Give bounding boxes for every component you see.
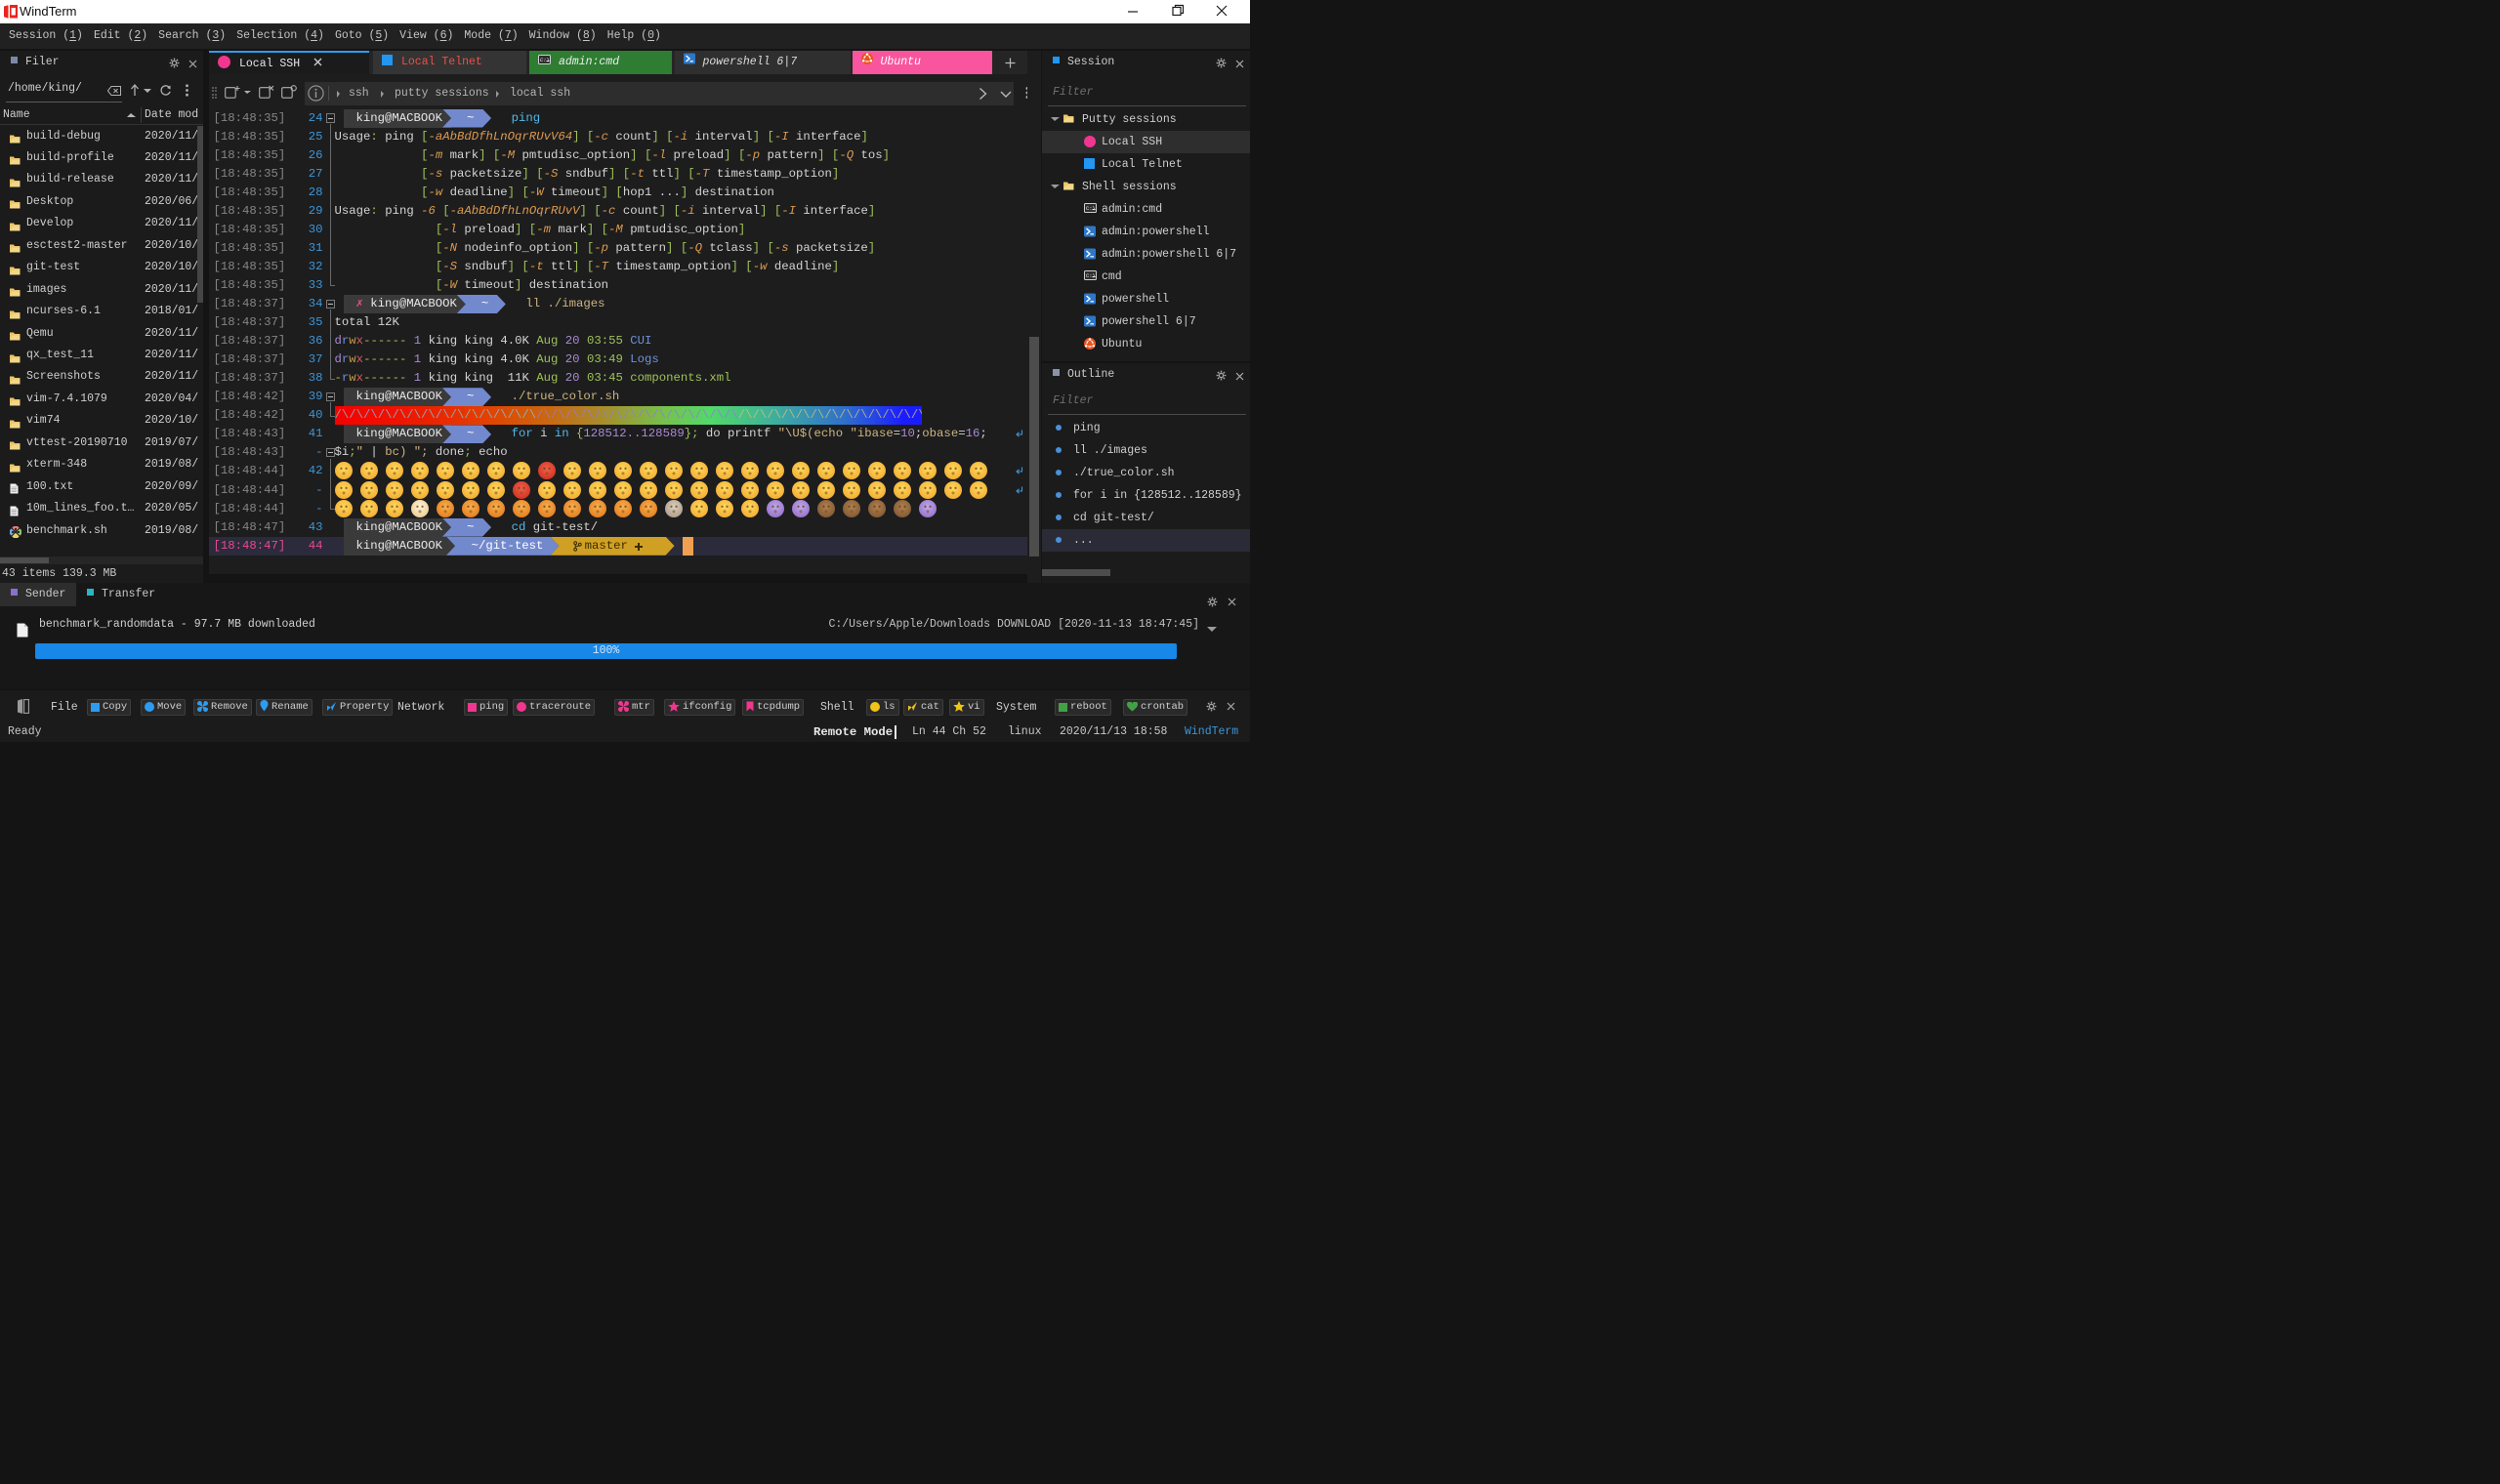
svg-text:C:\: C:\ bbox=[1086, 272, 1096, 279]
svg-text:C:\: C:\ bbox=[1086, 205, 1096, 212]
svg-text:C:\: C:\ bbox=[540, 57, 550, 63]
